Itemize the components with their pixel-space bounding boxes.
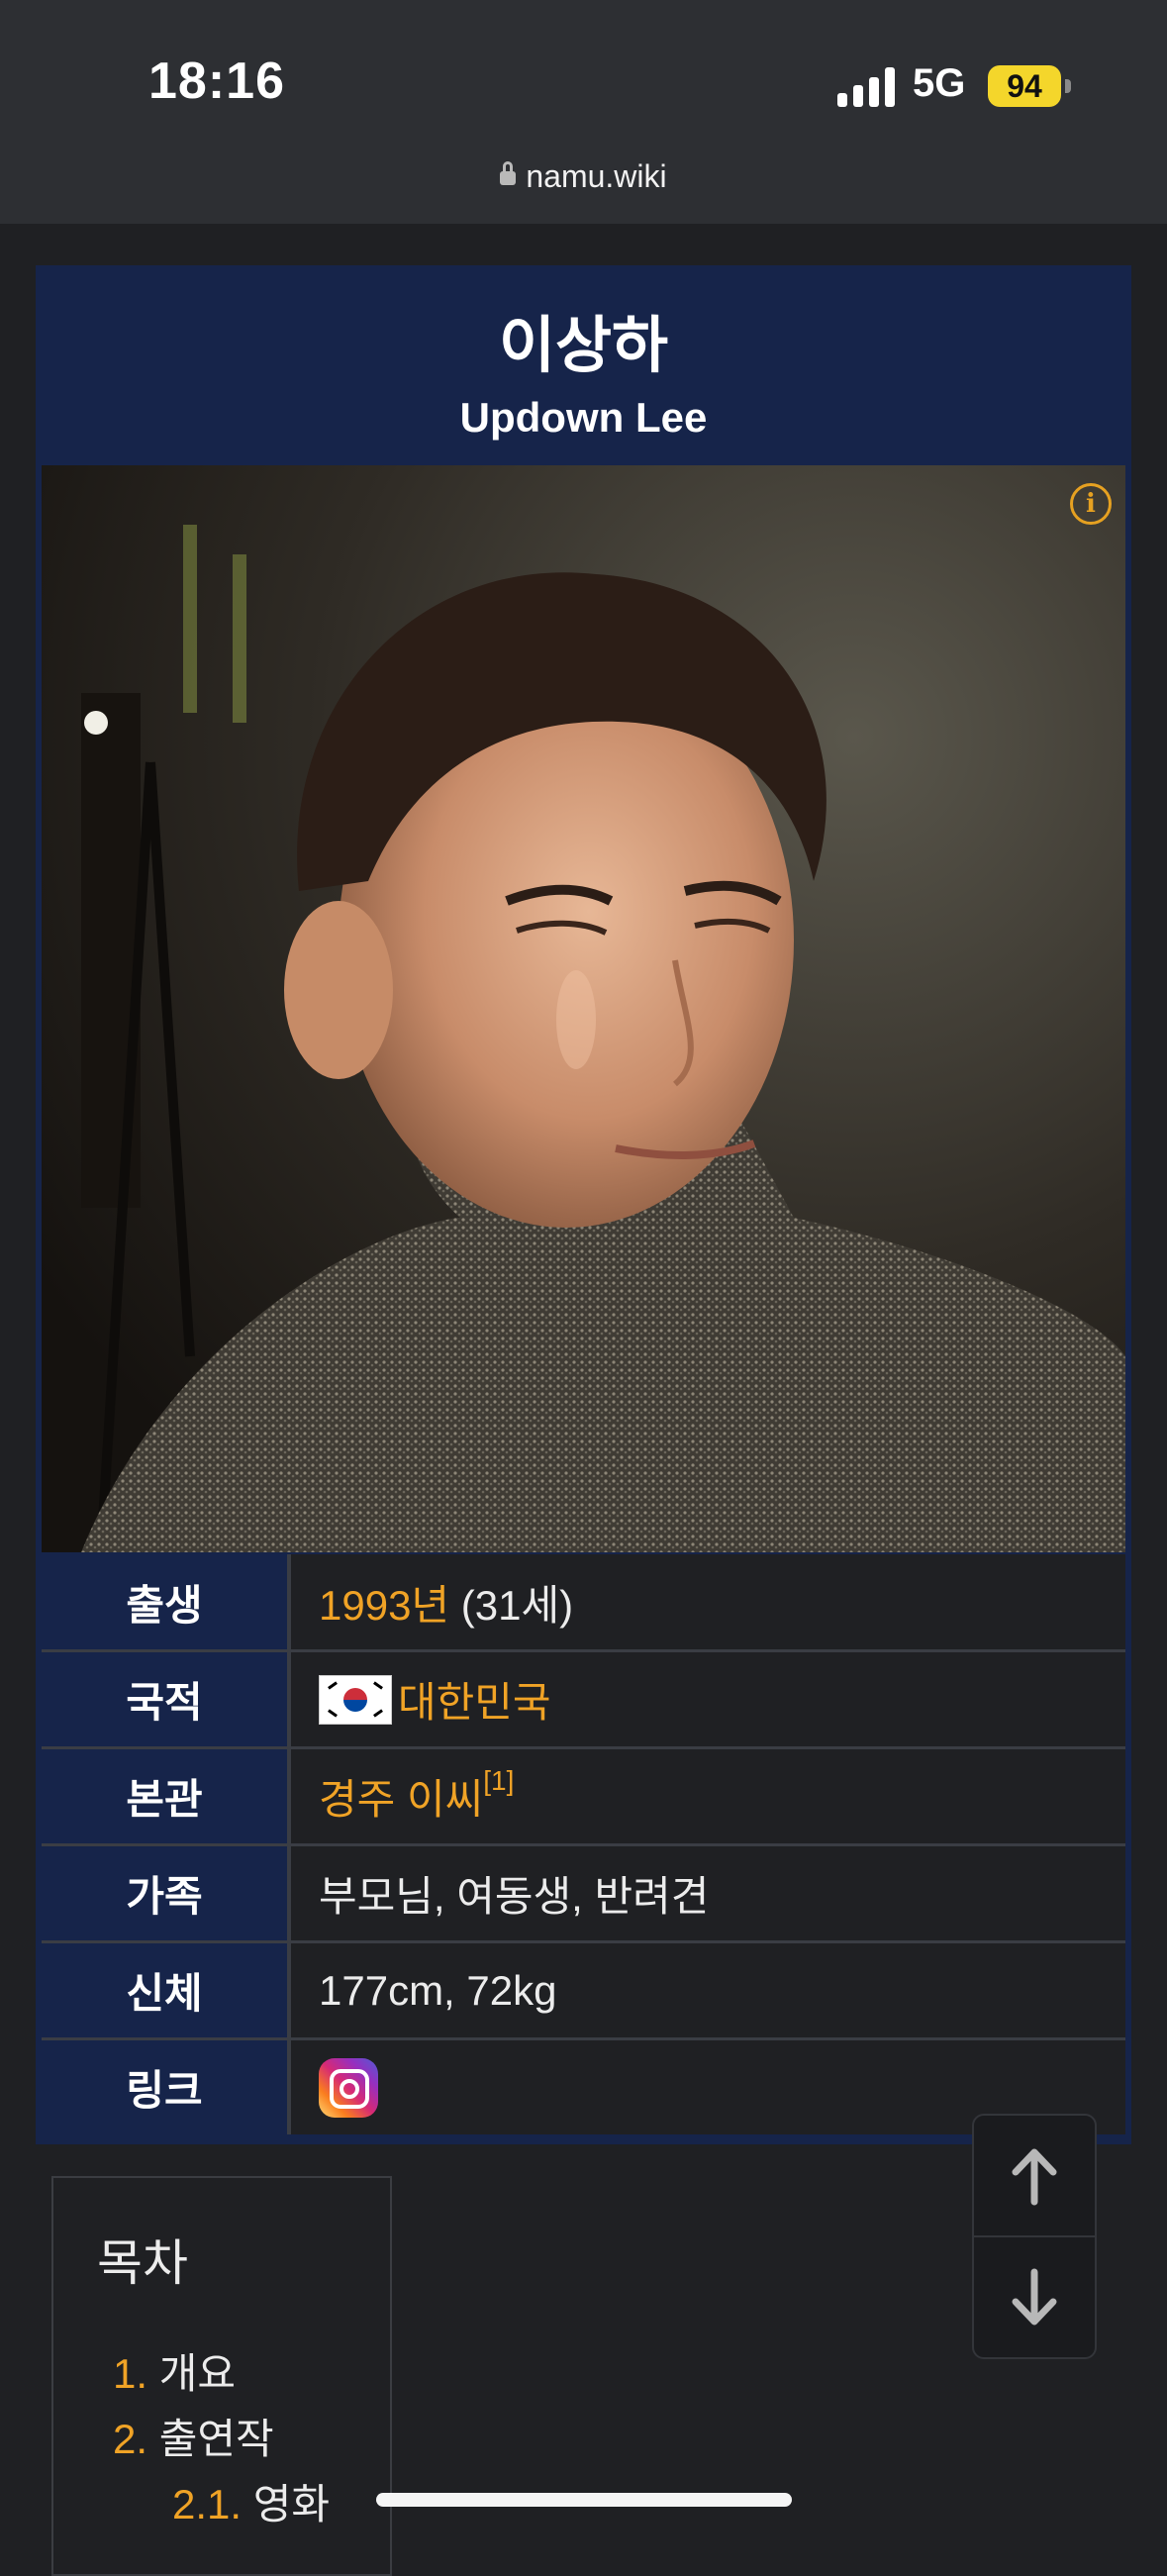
clock: 18:16 — [148, 52, 285, 110]
nationality-link[interactable]: 대한민국 — [398, 1669, 551, 1730]
row-label: 가족 — [42, 1846, 291, 1940]
age-text: (31세) — [449, 1581, 574, 1629]
network-type: 5G — [913, 61, 966, 105]
row-label: 신체 — [42, 1943, 291, 2037]
profile-infobox: 이상하 Updown Lee i 출생 1993년 (31세) 국적 대한민국 … — [36, 265, 1131, 2144]
toc-number: 2. — [113, 2416, 148, 2462]
portrait-illustration — [42, 465, 1125, 1552]
info-icon[interactable]: i — [1070, 483, 1112, 525]
toc-item[interactable]: 2.1. 영화 — [172, 2471, 330, 2531]
toc-number: 2.1. — [172, 2481, 243, 2527]
status-bar: 18:16 5G 94 namu.wiki — [0, 0, 1167, 224]
row-value: 1993년 (31세) — [291, 1554, 1125, 1649]
row-value: 부모님, 여동생, 반려견 — [291, 1846, 1125, 1940]
toc-item[interactable]: 1. 개요 — [113, 2340, 236, 2401]
table-of-contents: 목차 1. 개요 2. 출연작 2.1. 영화 — [51, 2176, 392, 2576]
info-row-link: 링크 — [42, 2037, 1125, 2134]
instagram-icon[interactable] — [319, 2057, 378, 2118]
name-english: Updown Lee — [459, 394, 708, 441]
arrow-down-icon — [1012, 2268, 1057, 2325]
infobox-header: 이상하 Updown Lee — [36, 265, 1131, 463]
info-row-body: 신체 177cm, 72kg — [42, 1940, 1125, 2037]
row-value: 대한민국 — [291, 1652, 1125, 1746]
info-row-nationality: 국적 대한민국 — [42, 1649, 1125, 1746]
lock-icon — [500, 161, 517, 185]
toc-item[interactable]: 2. 출연작 — [113, 2406, 274, 2466]
clan-link[interactable]: 경주 이씨 — [319, 1766, 483, 1827]
row-value: 177cm, 72kg — [291, 1943, 1125, 2037]
cellular-signal-icon — [837, 67, 895, 107]
korea-flag-icon — [319, 1674, 392, 1725]
toc-title: 목차 — [97, 2235, 188, 2291]
row-value: 경주 이씨 [1] — [291, 1749, 1125, 1843]
url-bar[interactable]: namu.wiki — [0, 158, 1167, 195]
toc-label: 개요 — [158, 2350, 236, 2397]
row-label: 출생 — [42, 1554, 291, 1649]
scroll-up-button[interactable] — [974, 2116, 1095, 2235]
info-row-birth: 출생 1993년 (31세) — [42, 1554, 1125, 1649]
toc-number: 1. — [113, 2350, 148, 2397]
profile-photo[interactable]: i — [42, 465, 1125, 1552]
toc-label: 영화 — [252, 2481, 331, 2527]
battery-icon: 94 — [988, 65, 1061, 107]
scroll-down-button[interactable] — [974, 2235, 1095, 2357]
url-text: namu.wiki — [526, 158, 667, 194]
battery-tip — [1065, 79, 1071, 93]
home-indicator[interactable] — [376, 2493, 792, 2507]
arrow-up-icon — [1012, 2148, 1057, 2205]
infobox-rows: 출생 1993년 (31세) 국적 대한민국 본관 경주 이씨 [1] 가족 부… — [42, 1554, 1125, 2134]
footnote-link[interactable]: [1] — [483, 1765, 514, 1797]
info-row-family: 가족 부모님, 여동생, 반려견 — [42, 1843, 1125, 1940]
row-label: 국적 — [42, 1652, 291, 1746]
row-label: 링크 — [42, 2040, 291, 2134]
info-row-clan: 본관 경주 이씨 [1] — [42, 1746, 1125, 1843]
name-korean: 이상하 — [498, 312, 669, 380]
row-label: 본관 — [42, 1749, 291, 1843]
birth-year-link[interactable]: 1993년 — [319, 1572, 449, 1633]
scroll-controls — [972, 2114, 1097, 2359]
toc-label: 출연작 — [158, 2416, 274, 2462]
